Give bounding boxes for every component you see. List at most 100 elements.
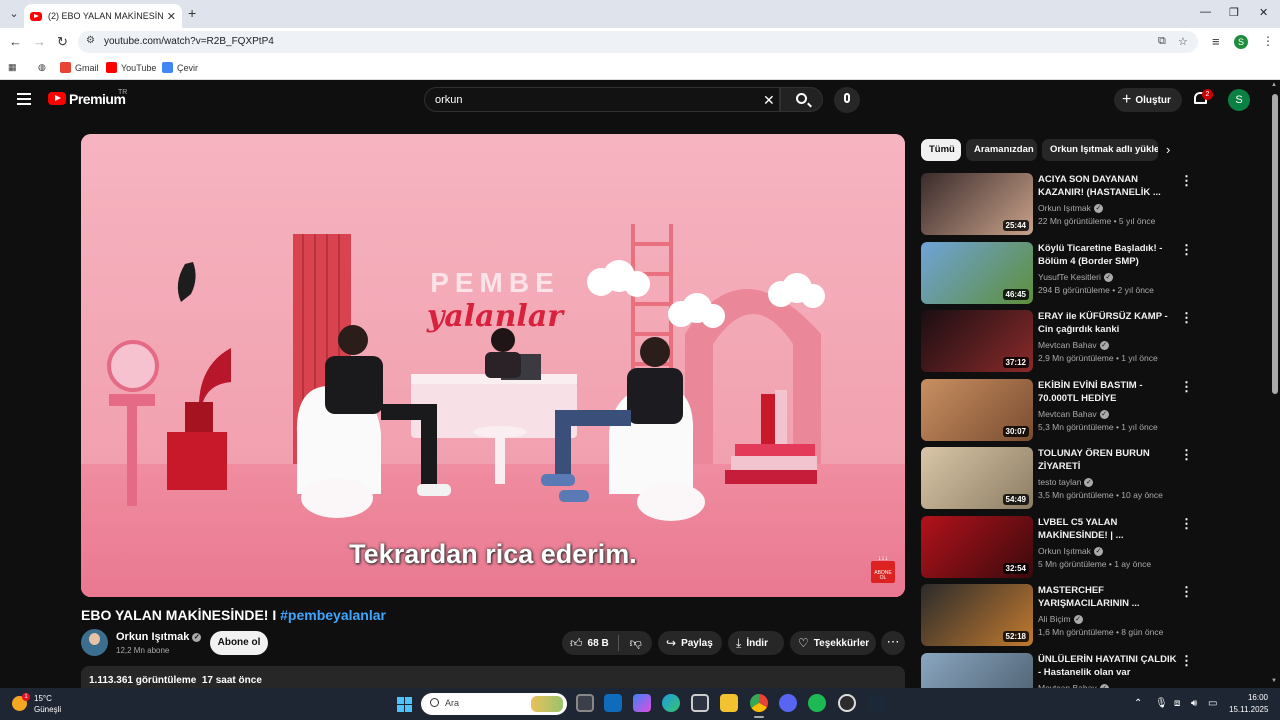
related-channel-name[interactable]: Orkun Işıtmak ✓ — [1038, 546, 1103, 556]
related-channel-text[interactable]: Mevtcan Bahav — [1038, 340, 1097, 350]
windows-start-icon[interactable] — [397, 697, 412, 712]
bookmark-translate[interactable]: Çevir — [162, 62, 198, 73]
install-app-icon[interactable]: ⧉ — [1158, 35, 1166, 48]
like-count[interactable]: 68 B — [588, 638, 609, 649]
search-input[interactable]: orkun ✕ — [424, 87, 780, 112]
more-options-icon[interactable]: ⋮ — [1180, 173, 1193, 189]
more-options-icon[interactable]: ⋮ — [1180, 516, 1193, 532]
related-video-item[interactable]: 30:07 EKİBİN EVİNİ BASTIM - 70.000TL HEDİ… — [921, 378, 1196, 441]
download-button[interactable]: ⤓ İndir — [728, 631, 784, 655]
related-channel-name[interactable]: Mevtcan Bahav✓ — [1038, 409, 1109, 419]
related-channel-name[interactable]: Ali Biçim ✓ — [1038, 614, 1083, 624]
bookmark-gmail[interactable]: Gmail — [60, 62, 99, 73]
related-channel-name[interactable]: Orkun Işıtmak ✓ — [1038, 203, 1103, 213]
chrome-menu-icon[interactable]: ⋮ — [1262, 34, 1274, 48]
globe-icon[interactable]: ◍ — [38, 62, 46, 73]
channel-avatar[interactable] — [81, 629, 108, 656]
file-explorer-icon[interactable] — [720, 694, 738, 712]
browser-tab[interactable]: (2) EBO YALAN MAKİNESİNDE! ✕ — [24, 4, 182, 28]
tab-close-icon[interactable]: ✕ — [167, 10, 176, 23]
related-video-title[interactable]: MASTERCHEF YARIŞMACILARININ ... — [1038, 584, 1178, 610]
apps-grid-icon[interactable]: ▦ — [8, 62, 17, 73]
clock-date[interactable]: 15.11.2025 — [1229, 705, 1268, 714]
battery-icon[interactable]: ▭ — [1208, 698, 1217, 709]
youtube-logo-icon[interactable] — [48, 92, 66, 105]
weather-condition[interactable]: Güneşli — [34, 705, 61, 714]
video-thumbnail[interactable]: 37:12 — [921, 310, 1033, 372]
create-button[interactable]: + Oluştur — [1114, 88, 1182, 112]
channel-name-text[interactable]: Orkun Işıtmak — [116, 631, 189, 643]
menu-icon[interactable] — [17, 93, 31, 105]
copilot-icon[interactable] — [633, 694, 651, 712]
video-thumbnail[interactable]: 30:07 — [921, 378, 1033, 441]
video-thumbnail[interactable]: 32:54 — [921, 515, 1033, 578]
page-scrollbar[interactable] — [1270, 80, 1280, 688]
reload-icon[interactable]: ↻ — [57, 34, 68, 50]
related-video-title[interactable]: LVBEL C5 YALAN MAKİNESİNDE! | ... — [1038, 516, 1178, 542]
taskbar-search[interactable]: Ara — [421, 693, 567, 715]
volume-icon[interactable]: 🔊︎ — [1191, 698, 1197, 709]
more-options-icon[interactable]: ⋮ — [1180, 447, 1193, 463]
scroll-up-icon[interactable]: ▲ — [1271, 82, 1277, 88]
chevron-right-icon[interactable]: › — [1166, 142, 1170, 157]
new-tab-button[interactable]: + — [188, 5, 196, 21]
related-channel-text[interactable]: Orkun Işıtmak — [1038, 546, 1091, 556]
youtube-brand[interactable]: Premium — [69, 91, 126, 107]
subscribe-watermark[interactable]: ABONE OL — [871, 561, 895, 583]
site-info-icon[interactable]: ⚙ — [86, 35, 95, 46]
microphone-tray-icon[interactable]: 🎙︎ — [1155, 698, 1168, 709]
more-options-icon[interactable]: ⋮ — [1180, 242, 1193, 258]
related-channel-name[interactable]: YusufTe Kesitleri ✓ — [1038, 272, 1113, 282]
clock-time[interactable]: 16:00 — [1244, 693, 1268, 702]
related-video-title[interactable]: EKİBİN EVİNİ BASTIM - 70.000TL HEDİYE — [1038, 379, 1178, 405]
related-video-title[interactable]: Köylü Ticaretine Başladık! - Bölüm 4 (Bo… — [1038, 242, 1178, 268]
tab-search-icon[interactable]: ⌄ — [6, 6, 22, 22]
related-channel-text[interactable]: YusufTe Kesitleri — [1038, 272, 1101, 282]
video-hashtag[interactable]: #pembeyalanlar — [280, 607, 386, 623]
more-options-icon[interactable]: ⋮ — [1180, 584, 1193, 600]
related-video-item[interactable]: 54:49 TOLUNAY ÖREN BURUN ZİYARETİ testo ta… — [921, 447, 1196, 509]
window-close-icon[interactable]: ✕ — [1259, 6, 1268, 19]
edge-icon[interactable] — [662, 694, 680, 712]
related-video-item[interactable]: 32:54 LVBEL C5 YALAN MAKİNESİNDE! | ... Or… — [921, 515, 1196, 578]
search-query[interactable]: orkun — [435, 94, 463, 106]
related-video-item[interactable]: 37:12 ERAY ile KÜFÜRSÜZ KAMP - Cin çağırd… — [921, 310, 1196, 372]
weather-temperature[interactable]: 15°C — [34, 694, 52, 703]
related-video-item[interactable]: 25:44 ACIYA SON DAYANAN KAZANIR! (HASTANE… — [921, 173, 1196, 235]
related-video-title[interactable]: ERAY ile KÜFÜRSÜZ KAMP - Cin çağırdık ka… — [1038, 310, 1178, 336]
share-button[interactable]: ↪ Paylaş — [658, 631, 722, 655]
more-options-icon[interactable]: ⋮ — [1180, 379, 1193, 395]
dislike-icon[interactable]: 👎︎ — [630, 636, 642, 651]
restore-icon[interactable]: ❐ — [1229, 6, 1239, 19]
more-options-icon[interactable]: ⋮ — [1180, 653, 1193, 669]
steam-icon[interactable] — [867, 694, 885, 712]
tray-overflow-icon[interactable]: ⌃ — [1134, 698, 1142, 709]
video-thumbnail[interactable]: 54:49 — [921, 447, 1033, 509]
related-video-item[interactable]: 46:45 Köylü Ticaretine Başladık! - Bölüm … — [921, 241, 1196, 304]
more-options-icon[interactable]: ⋮ — [1180, 310, 1193, 326]
back-icon[interactable]: ← — [9, 34, 22, 49]
clear-search-icon[interactable]: ✕ — [763, 92, 775, 109]
omnibox[interactable]: ⚙ youtube.com/watch?v=R2B_FQXPtP4 ⧉ ☆ — [78, 31, 1198, 53]
related-channel-text[interactable]: Ali Biçim — [1038, 614, 1071, 624]
forward-icon[interactable]: → — [33, 34, 46, 49]
chip-from-search[interactable]: Aramanızdan — [966, 139, 1037, 161]
wifi-icon[interactable]: ⧈ — [1174, 698, 1180, 709]
store-icon[interactable] — [691, 694, 709, 712]
video-thumbnail[interactable]: 25:44 — [921, 173, 1033, 235]
related-channel-name[interactable]: Mevtcan Bahav✓ — [1038, 340, 1109, 350]
related-video-title[interactable]: ÜNLÜLERİN HAYATINI ÇALDIK - Hastanelik o… — [1038, 653, 1178, 679]
bookmark-star-icon[interactable]: ☆ — [1178, 35, 1188, 48]
chip-from-uploader[interactable]: Orkun Işıtmak adlı yükleyiciden — [1042, 139, 1158, 161]
related-video-item[interactable]: 52:18 MASTERCHEF YARIŞMACILARININ ... Ali … — [921, 584, 1196, 646]
video-thumbnail[interactable]: 52:18 — [921, 584, 1033, 646]
outlook-icon[interactable] — [604, 694, 622, 712]
video-thumbnail[interactable]: 46:45 — [921, 241, 1033, 304]
more-actions-icon[interactable]: ⋯ — [881, 631, 905, 655]
video-player[interactable]: PEMBE yalanlar Tekrardan rica ederim. ↓↓… — [81, 134, 905, 597]
chrome-icon[interactable] — [750, 694, 768, 712]
related-channel-text[interactable]: testo taylan — [1038, 477, 1081, 487]
channel-name[interactable]: Orkun Işıtmak ✓ — [116, 631, 202, 643]
like-icon[interactable]: 👍︎ — [570, 636, 583, 651]
search-button[interactable] — [780, 87, 823, 112]
